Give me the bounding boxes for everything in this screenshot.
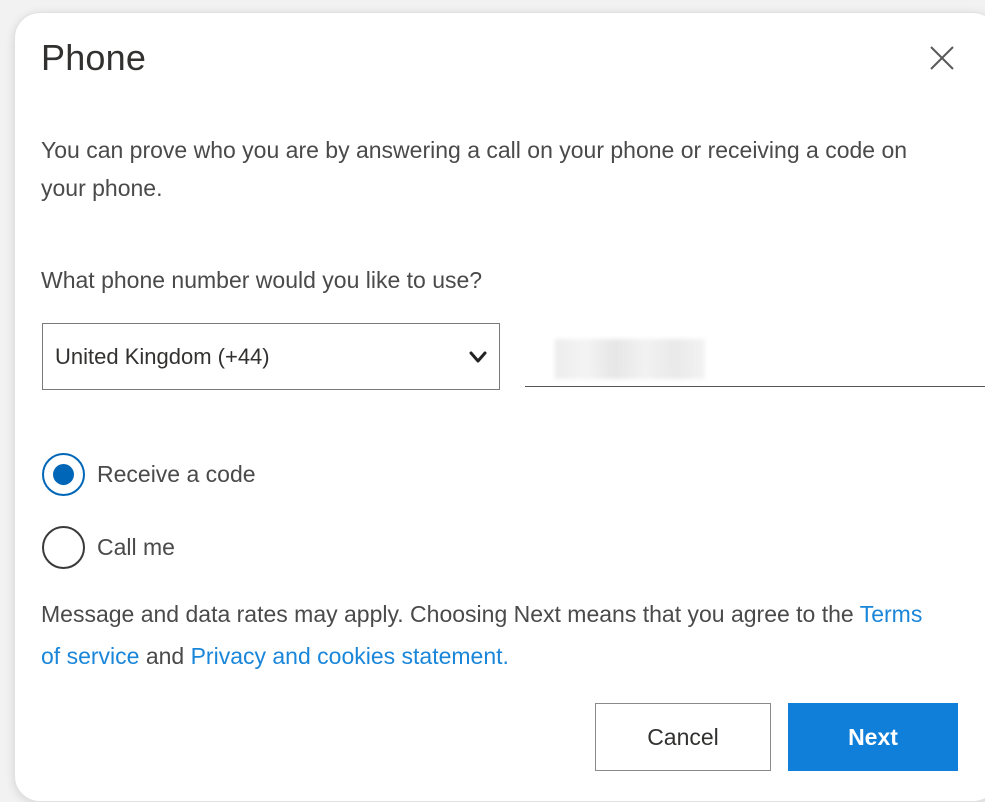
privacy-statement-link[interactable]: Privacy and cookies statement. [191,643,509,669]
dialog-description: You can prove who you are by answering a… [41,137,908,201]
call-me-label: Call me [97,534,175,560]
close-icon [930,46,954,70]
phone-dialog: Phone You can prove who you are by answe… [14,12,985,802]
cancel-button[interactable]: Cancel [595,703,771,771]
receive-code-label: Receive a code [97,461,256,487]
phone-number-redacted [555,339,705,379]
legal-notice: Message and data rates may apply. Choosi… [41,593,941,677]
country-code-value: United Kingdom (+44) [55,343,270,369]
close-button[interactable] [927,43,957,73]
option-call-me[interactable]: Call me [42,526,175,569]
phone-question: What phone number would you like to use? [41,267,483,293]
country-code-select[interactable]: United Kingdom (+44) [42,323,500,390]
legal-prefix: Message and data rates may apply. Choosi… [41,601,860,627]
chevron-down-icon [469,351,487,363]
call-me-radio[interactable] [42,526,85,569]
phone-number-input[interactable] [525,329,985,387]
receive-code-radio[interactable] [42,453,85,496]
dialog-title: Phone [41,37,147,78]
legal-middle: and [139,643,191,669]
option-receive-code[interactable]: Receive a code [42,453,256,496]
next-button[interactable]: Next [788,703,958,771]
